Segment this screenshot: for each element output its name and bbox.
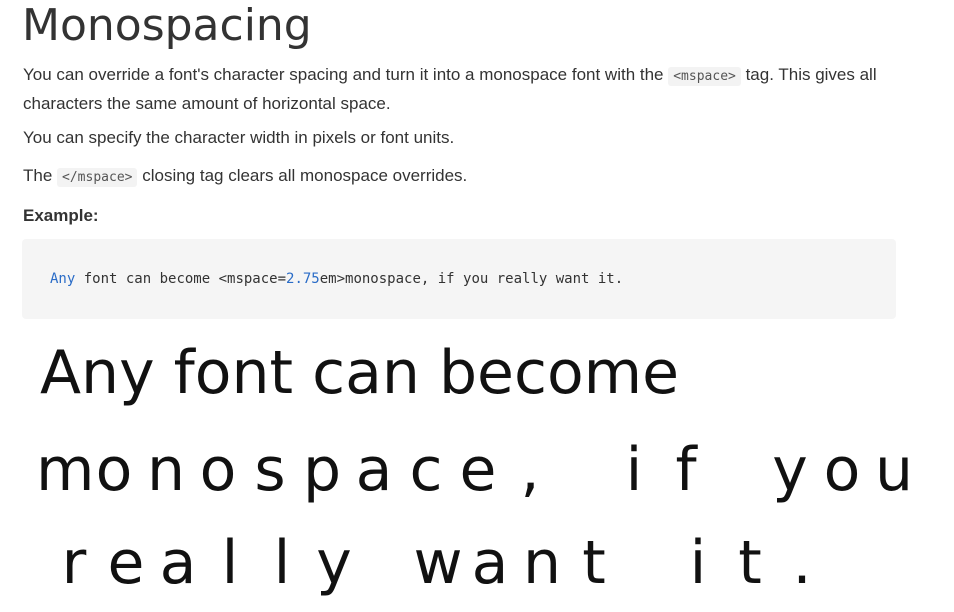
mono-char bbox=[620, 528, 672, 598]
intro-paragraph: You can override a font's character spac… bbox=[23, 61, 903, 117]
mono-char bbox=[556, 435, 608, 505]
closing-tag-paragraph: The </mspace> closing tag clears all mon… bbox=[23, 162, 903, 191]
code-keyword: Any bbox=[50, 271, 76, 287]
example-label: Example: bbox=[23, 206, 99, 225]
mono-char: p bbox=[302, 435, 342, 505]
mono-char: s bbox=[254, 435, 286, 505]
mono-char: t bbox=[738, 528, 762, 598]
code-number: 2.75 bbox=[286, 271, 320, 287]
closing-mspace-tag-code: </mspace> bbox=[57, 168, 138, 187]
page-title: Monospacing bbox=[22, 0, 312, 51]
mono-char: e bbox=[459, 435, 497, 505]
mono-char: o bbox=[823, 435, 861, 505]
mono-char: l bbox=[273, 528, 291, 598]
mono-char: w bbox=[413, 528, 463, 598]
mono-char: . bbox=[792, 528, 812, 598]
mono-char: a bbox=[471, 528, 509, 598]
intro-text-start: You can override a font's character spac… bbox=[23, 65, 669, 84]
mono-char: a bbox=[355, 435, 393, 505]
mono-char: l bbox=[221, 528, 239, 598]
code-part-2: em>monospace, if you really want it. bbox=[319, 271, 624, 287]
units-paragraph: You can specify the character width in p… bbox=[23, 128, 455, 147]
closing-text-start: The bbox=[23, 166, 58, 185]
code-block[interactable]: Any font can become <mspace=2.75em>monos… bbox=[22, 239, 896, 319]
mono-char: t bbox=[582, 528, 606, 598]
rendered-line-monospace-1: mo n o s p a c e, if you bbox=[36, 435, 920, 505]
mono-char: a bbox=[159, 528, 197, 598]
code-part-1: font can become <mspace= bbox=[75, 271, 287, 287]
mono-char: o bbox=[199, 435, 237, 505]
mono-char: c bbox=[409, 435, 443, 505]
mono-char: n bbox=[522, 528, 562, 598]
mono-char: o bbox=[95, 435, 133, 505]
mono-char: y bbox=[316, 528, 352, 598]
mono-char: e bbox=[107, 528, 145, 598]
mono-char: f bbox=[675, 435, 697, 505]
mono-char: , bbox=[520, 435, 540, 505]
rendered-line-monospace-2: really want it. bbox=[48, 528, 828, 598]
mono-char: n bbox=[146, 435, 186, 505]
mono-char: y bbox=[772, 435, 808, 505]
closing-text-end: closing tag clears all monospace overrid… bbox=[137, 166, 468, 185]
mono-char: m bbox=[36, 435, 95, 505]
rendered-line-normal: Any font can become bbox=[40, 338, 680, 408]
mono-char: i bbox=[689, 528, 707, 598]
mono-char bbox=[712, 435, 764, 505]
mono-char: u bbox=[874, 435, 914, 505]
mono-char: i bbox=[625, 435, 643, 505]
mono-char: r bbox=[61, 528, 87, 598]
rendered-example: Any font can become mo n o s p a c e, if you re… bbox=[0, 330, 954, 612]
document-page: Monospacing You can override a font's ch… bbox=[0, 0, 954, 612]
mono-char bbox=[360, 528, 412, 598]
code-line: Any font can become <mspace=2.75em>monos… bbox=[50, 269, 623, 289]
mspace-tag-code: <mspace> bbox=[668, 67, 741, 86]
